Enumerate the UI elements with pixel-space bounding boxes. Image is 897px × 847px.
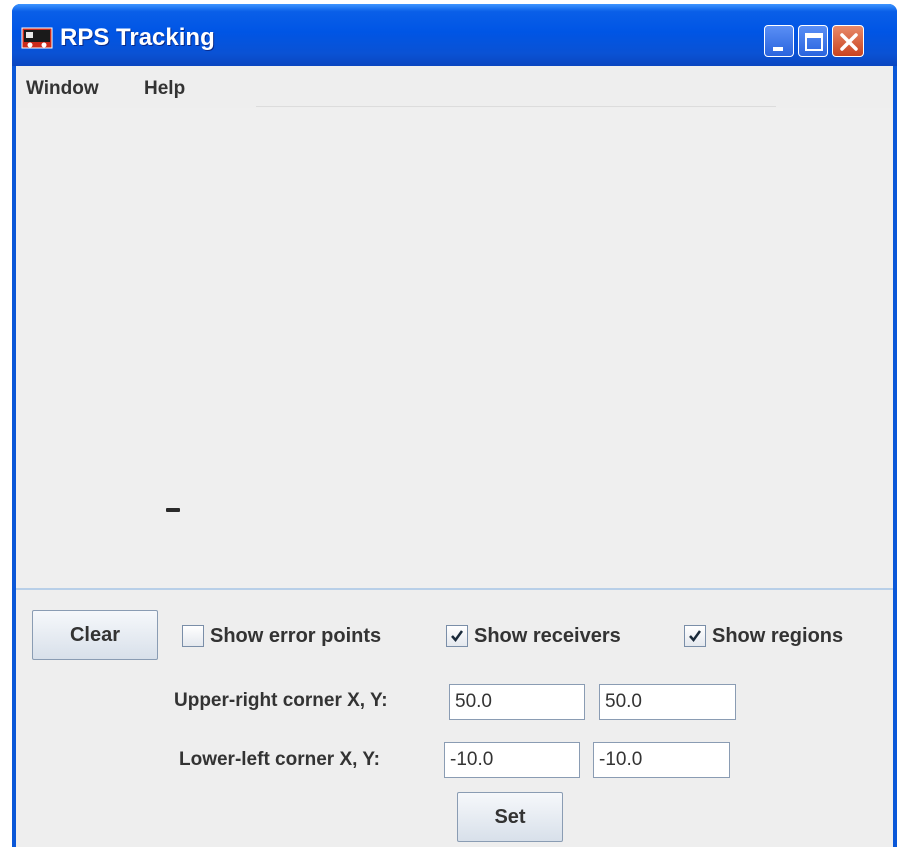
lower-left-label: Lower-left corner X, Y: <box>179 749 380 770</box>
minimize-button[interactable] <box>764 25 794 57</box>
receiver-marker <box>166 508 180 512</box>
clear-button[interactable]: Clear <box>32 610 158 660</box>
show-error-points-label: Show error points <box>210 624 382 647</box>
menu-help[interactable]: Help <box>144 78 185 100</box>
tracking-canvas[interactable] <box>16 108 893 588</box>
upper-right-x-field[interactable]: 50.0 <box>449 684 585 720</box>
client-area: Window Help Clear Show error points Show… <box>16 66 893 847</box>
window-title: RPS Tracking <box>60 24 215 51</box>
control-panel: Clear Show error points Show receivers S… <box>16 590 893 847</box>
show-regions-checkbox[interactable]: Show regions <box>684 622 843 650</box>
close-button[interactable] <box>832 25 864 57</box>
lower-left-y-field[interactable]: -10.0 <box>593 742 730 778</box>
checkmark-icon <box>689 630 702 643</box>
checkbox-checked-icon[interactable] <box>684 625 706 647</box>
show-receivers-label: Show receivers <box>474 624 621 647</box>
show-regions-label: Show regions <box>712 624 844 647</box>
desktop-edge <box>0 0 12 847</box>
checkbox-unchecked-icon[interactable] <box>182 625 204 647</box>
checkbox-checked-icon[interactable] <box>446 625 468 647</box>
train-icon <box>21 27 53 49</box>
menu-bar: Window Help <box>16 66 893 108</box>
set-button[interactable]: Set <box>457 792 563 842</box>
menu-window[interactable]: Window <box>26 78 99 100</box>
lower-left-x-field[interactable]: -10.0 <box>444 742 580 778</box>
rps-tracking-window: RPS Tracking Window Help Clear Show erro… <box>12 4 897 847</box>
maximize-button[interactable] <box>798 25 828 57</box>
close-icon <box>840 33 858 51</box>
show-error-points-checkbox[interactable]: Show error points <box>182 622 381 650</box>
maximize-icon <box>805 33 823 51</box>
menu-separator <box>256 106 776 107</box>
show-receivers-checkbox[interactable]: Show receivers <box>446 622 621 650</box>
upper-right-label: Upper-right corner X, Y: <box>174 690 388 711</box>
upper-right-y-field[interactable]: 50.0 <box>599 684 736 720</box>
checkmark-icon <box>451 630 464 643</box>
minimize-icon <box>773 47 783 51</box>
title-bar[interactable]: RPS Tracking <box>12 4 897 66</box>
